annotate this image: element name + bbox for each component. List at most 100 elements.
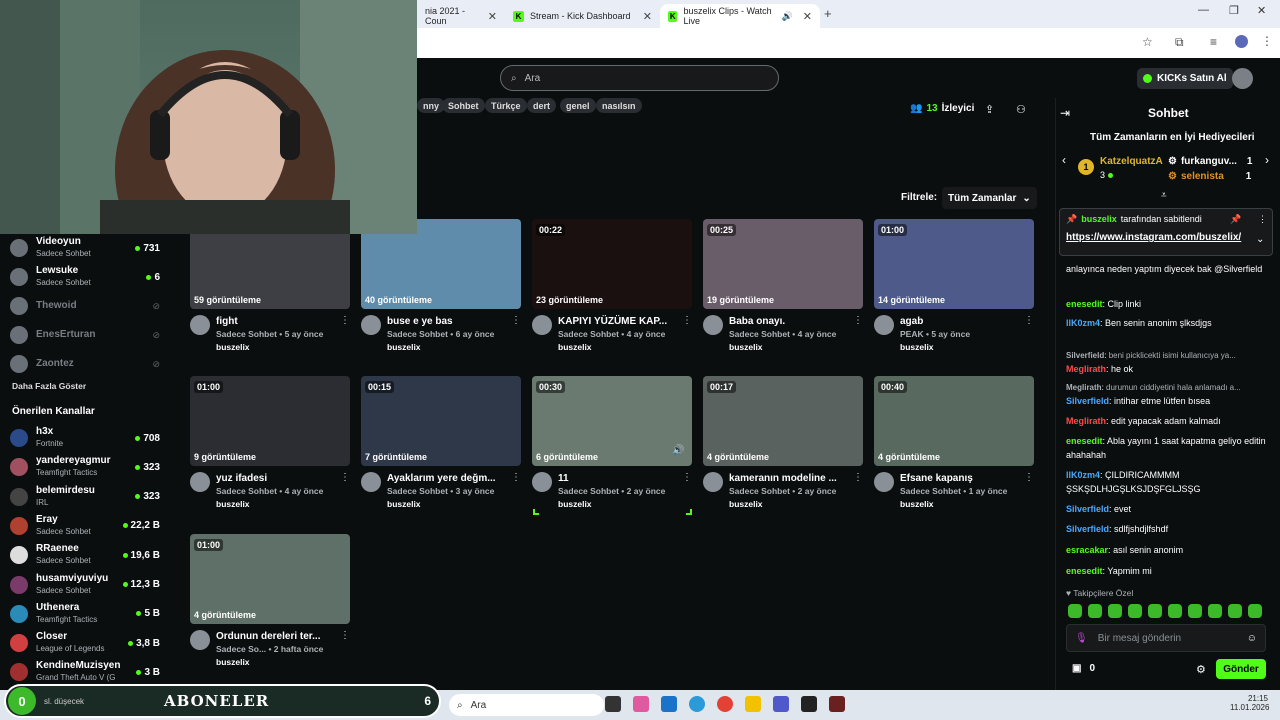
clip-thumbnail[interactable]: 00:25 19 görüntüleme (703, 219, 863, 309)
close-icon[interactable]: ✕ (803, 10, 812, 23)
profile-avatar[interactable] (1235, 35, 1248, 48)
chevron-down-icon[interactable]: ⌄ (1256, 234, 1264, 245)
creator-avatar[interactable] (361, 472, 381, 492)
clip-title[interactable]: buse e ye bas (387, 315, 505, 328)
taskbar-search[interactable]: ⌕ Ara (449, 694, 604, 716)
clip-card[interactable]: 00:30 6 görüntüleme 11 Sadece Sohbet • 2… (532, 376, 692, 511)
more-options-icon[interactable]: ⋮ (511, 472, 521, 511)
tag-chip[interactable]: nasılsın (596, 98, 642, 113)
sidebar-followed-channel[interactable]: Thewoid ⊘ (10, 293, 160, 319)
pinned-link[interactable]: https://www.instagram.com/buszelix/ (1066, 232, 1241, 243)
sidebar-recommended-channel[interactable]: yandereyagmur Teamfight Tactics 323 (10, 454, 160, 480)
emote-icon[interactable] (1188, 604, 1202, 618)
gifter-name[interactable]: KatzelquatzA (1100, 156, 1163, 167)
chat-username[interactable]: Meglirath (1066, 383, 1102, 392)
creator-avatar[interactable] (874, 472, 894, 492)
emote-icon[interactable] (1088, 604, 1102, 618)
clip-card[interactable]: 00:17 4 görüntüleme kameranın modeline .… (703, 376, 863, 511)
emote-icon[interactable] (1128, 604, 1142, 618)
chat-username[interactable]: Meglirath (1066, 364, 1106, 374)
chevron-right-icon[interactable]: › (1265, 153, 1269, 167)
chrome-icon[interactable] (717, 696, 733, 712)
new-tab-button[interactable]: + (824, 6, 832, 21)
kicks-buy-button[interactable]: KICKs Satın Al (1137, 68, 1233, 89)
sidebar-recommended-channel[interactable]: Eray Sadece Sohbet 22,2 B (10, 513, 160, 539)
creator-avatar[interactable] (703, 315, 723, 335)
tag-chip[interactable]: Türkçe (485, 98, 527, 113)
close-icon[interactable]: ✕ (488, 10, 497, 23)
clip-user[interactable]: buszelix (729, 498, 847, 511)
emote-icon[interactable] (1228, 604, 1242, 618)
teams-icon[interactable] (773, 696, 789, 712)
close-icon[interactable]: ✕ (643, 10, 652, 23)
app-icon[interactable] (829, 696, 845, 712)
send-button[interactable]: Gönder (1216, 659, 1266, 679)
clip-title[interactable]: KAPIYI YÜZÜME KAP... (558, 315, 676, 328)
clip-user[interactable]: buszelix (558, 341, 676, 354)
clip-user[interactable]: buszelix (558, 498, 676, 511)
emoji-icon[interactable]: ☺ (1247, 633, 1257, 644)
emote-icon[interactable] (1148, 604, 1162, 618)
clip-card[interactable]: 00:25 19 görüntüleme Baba onayı. Sadece … (703, 219, 863, 354)
chat-username[interactable]: llK0zm4 (1066, 318, 1100, 328)
copilot-icon[interactable] (633, 696, 649, 712)
clip-thumbnail[interactable]: 00:17 4 görüntüleme (703, 376, 863, 466)
clip-user[interactable]: buszelix (387, 498, 505, 511)
search-input[interactable]: ⌕ Ara (500, 65, 779, 91)
clip-user[interactable]: buszelix (387, 341, 505, 354)
share-icon[interactable]: ⇪ (985, 103, 994, 116)
tab-buszelix-clips[interactable]: K buszelix Clips - Watch Live 🔊 ✕ (660, 4, 820, 28)
chat-username[interactable]: llK0zm4 (1066, 470, 1100, 480)
extensions-icon[interactable]: ⧉ (1175, 35, 1184, 50)
clip-title[interactable]: Efsane kapanış (900, 472, 1018, 485)
emote-icon[interactable] (1108, 604, 1122, 618)
sidebar-followed-channel[interactable]: Zaontez ⊘ (10, 351, 160, 377)
creator-avatar[interactable] (532, 472, 552, 492)
bookmark-star-icon[interactable]: ☆ (1142, 35, 1153, 49)
clip-thumbnail[interactable]: 01:00 9 görüntüleme (190, 376, 350, 466)
chat-username[interactable]: Silverfield (1066, 504, 1109, 514)
clip-title[interactable]: Baba onayı. (729, 315, 847, 328)
tag-chip[interactable]: dert (527, 98, 557, 113)
more-icon[interactable]: ⋮ (1258, 214, 1267, 225)
tag-chip[interactable]: nny (417, 98, 446, 113)
emote-icon[interactable] (1208, 604, 1222, 618)
collapse-chat-icon[interactable]: ⇥ (1060, 106, 1070, 120)
chat-username[interactable]: Silverfield (1066, 524, 1109, 534)
sidebar-recommended-channel[interactable]: husamviyuviyu Sadece Sohbet 12,3 B (10, 572, 160, 598)
chat-input[interactable]: 🎙 Bir mesaj gönderin ☺ (1066, 624, 1266, 652)
sidebar-recommended-channel[interactable]: Uthenera Teamfight Tactics 5 B (10, 601, 160, 627)
close-window-icon[interactable]: ✕ (1257, 4, 1266, 17)
sidebar-followed-channel[interactable]: EnesErturan ⊘ (10, 322, 160, 348)
creator-avatar[interactable] (190, 315, 210, 335)
tab-kick-dashboard[interactable]: K Stream - Kick Dashboard ✕ (505, 4, 660, 28)
more-options-icon[interactable]: ⋮ (1024, 472, 1034, 511)
clip-thumbnail[interactable]: 00:22 23 görüntüleme (532, 219, 692, 309)
more-options-icon[interactable]: ⋮ (340, 472, 350, 511)
clip-title[interactable]: 11 (558, 472, 676, 485)
clip-title[interactable]: fight (216, 315, 334, 328)
clip-thumbnail[interactable]: 01:00 4 görüntüleme (190, 534, 350, 624)
outlook-icon[interactable] (661, 696, 677, 712)
minimize-icon[interactable]: — (1198, 4, 1209, 16)
clip-user[interactable]: buszelix (900, 341, 1018, 354)
sidebar-recommended-channel[interactable]: belemirdesu IRL 323 (10, 484, 160, 510)
more-options-icon[interactable]: ⋮ (340, 630, 350, 669)
sidebar-followed-channel[interactable]: Videoyun Sadece Sohbet 731 (10, 235, 160, 261)
unpin-icon[interactable]: 📌 (1230, 214, 1241, 225)
chat-username[interactable]: esracakar (1066, 545, 1108, 555)
clip-card[interactable]: 00:22 23 görüntüleme KAPIYI YÜZÜME KAP..… (532, 219, 692, 354)
more-options-icon[interactable]: ⋮ (682, 472, 692, 511)
clip-card[interactable]: 59 görüntüleme fight Sadece Sohbet • 5 a… (190, 219, 350, 354)
show-more-link[interactable]: Daha Fazla Göster (12, 381, 86, 391)
creator-avatar[interactable] (190, 472, 210, 492)
creator-avatar[interactable] (532, 315, 552, 335)
file-explorer-icon[interactable] (745, 696, 761, 712)
clip-title[interactable]: Ordunun dereleri ter... (216, 630, 334, 643)
clip-title[interactable]: kameranın modeline ... (729, 472, 847, 485)
obs-icon[interactable] (801, 696, 817, 712)
chat-username[interactable]: enesedit (1066, 299, 1103, 309)
emote-icon[interactable] (1168, 604, 1182, 618)
tag-chip[interactable]: Sohbet (442, 98, 485, 113)
emote-icon[interactable] (1068, 604, 1082, 618)
